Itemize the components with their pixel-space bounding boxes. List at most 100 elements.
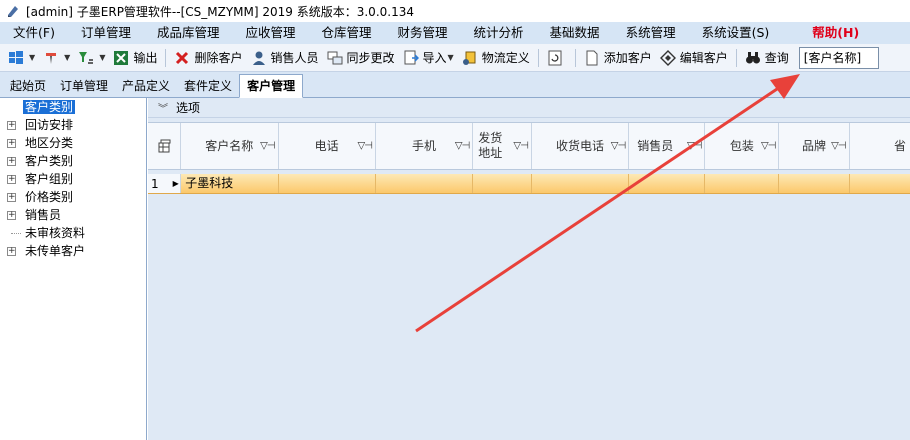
filter-pin-icon[interactable]: ▽⊣ xyxy=(831,141,846,152)
menu-orders[interactable]: 订单管理 xyxy=(68,22,144,44)
delete-customer-button[interactable]: 删除客户 xyxy=(170,46,246,70)
tab-start-page[interactable]: 起始页 xyxy=(3,75,53,97)
column-header-salesperson[interactable]: 销售员 ▽⊣ xyxy=(629,123,706,169)
menu-system-settings[interactable]: 系统设置(S) xyxy=(689,22,783,44)
delete-icon xyxy=(176,51,189,64)
title-bar: [admin] 子墨ERP管理软件--[CS_MZYMM] 2019 系统版本：… xyxy=(0,0,910,22)
filter-pin-icon[interactable]: ▽⊣ xyxy=(761,141,776,152)
toolbar-divider xyxy=(574,48,576,67)
column-title: 包装 xyxy=(729,138,754,153)
cell-brand[interactable] xyxy=(779,174,850,193)
add-customer-button[interactable]: 添加客户 xyxy=(580,46,656,70)
column-title: 省 xyxy=(893,138,906,153)
tree-item-untransmitted[interactable]: + 未传单客户 xyxy=(0,242,146,260)
tree-item-customer-group[interactable]: + 客户组别 xyxy=(0,170,146,188)
column-header-packaging[interactable]: 包装 ▽⊣ xyxy=(705,123,780,169)
import-label: 导入 xyxy=(422,51,447,65)
menu-bar: 文件(F) 订单管理 成品库管理 应收管理 仓库管理 财务管理 统计分析 基础数… xyxy=(0,22,910,44)
tab-customer-management[interactable]: 客户管理 xyxy=(239,74,304,98)
tree-item-follow-up[interactable]: + 回访安排 xyxy=(0,116,146,134)
toolbar-divider xyxy=(537,48,539,67)
expand-icon[interactable]: + xyxy=(7,175,16,184)
tree-item-region[interactable]: + 地区分类 xyxy=(0,134,146,152)
logistics-icon xyxy=(462,51,476,65)
tree-item-customer-category[interactable]: + 客户类别 xyxy=(0,152,146,170)
column-header-phone[interactable]: 电话 ▽⊣ xyxy=(279,123,376,169)
cell-customer-name[interactable]: 子墨科技 xyxy=(181,174,279,193)
expand-icon[interactable]: + xyxy=(7,211,16,220)
tab-product-definition[interactable]: 产品定义 xyxy=(115,75,177,97)
column-title: 电话 xyxy=(314,138,339,153)
cell-salesperson[interactable] xyxy=(629,174,706,193)
windows-icon xyxy=(9,50,23,64)
menu-base-data[interactable]: 基础数据 xyxy=(537,22,613,44)
filter-dropdown-button[interactable]: ▼ xyxy=(74,46,109,70)
filter-pin-icon[interactable]: ▽⊣ xyxy=(455,141,470,152)
cell-phone[interactable] xyxy=(279,174,376,193)
menu-finance[interactable]: 财务管理 xyxy=(385,22,461,44)
expand-icon[interactable]: + xyxy=(7,157,16,166)
refresh-button[interactable] xyxy=(543,46,571,70)
options-label: 选项 xyxy=(176,101,201,115)
row-indicator[interactable]: 1 ▶ xyxy=(148,174,182,193)
cell-ship-address[interactable] xyxy=(473,174,532,193)
menu-help[interactable]: 帮助(H) xyxy=(782,22,872,44)
filter-pin-icon[interactable]: ▽⊣ xyxy=(513,141,528,152)
expand-icon[interactable]: + xyxy=(7,247,16,256)
import-button[interactable]: 导入 ▼ xyxy=(399,46,458,70)
column-title: 手机 xyxy=(412,138,437,153)
filter-pin-icon[interactable]: ▽⊣ xyxy=(687,141,702,152)
tab-kit-definition[interactable]: 套件定义 xyxy=(177,75,239,97)
edit-customer-button[interactable]: 编辑客户 xyxy=(656,46,732,70)
query-button[interactable]: 查询 xyxy=(741,46,793,70)
toolbar: ▼ ▼ ▼ 输出 删除客户 销售人员 同步更改 导入 ▼ 物流定义 添加客户 编… xyxy=(0,44,910,72)
menu-file[interactable]: 文件(F) xyxy=(0,22,68,44)
tool-dropdown-button[interactable]: ▼ xyxy=(39,46,74,70)
column-chooser-icon xyxy=(158,139,171,153)
column-header-mobile[interactable]: 手机 ▽⊣ xyxy=(376,123,474,169)
expand-icon[interactable]: + xyxy=(7,193,16,202)
tree-item-salesperson[interactable]: + 销售员 xyxy=(0,206,146,224)
add-customer-label: 添加客户 xyxy=(603,51,652,65)
filter-pin-icon[interactable]: ▽⊣ xyxy=(357,141,372,152)
menu-statistics[interactable]: 统计分析 xyxy=(461,22,537,44)
menu-warehouse[interactable]: 仓库管理 xyxy=(309,22,385,44)
sync-changes-button[interactable]: 同步更改 xyxy=(323,46,399,70)
menu-finished-goods[interactable]: 成品库管理 xyxy=(144,22,233,44)
column-header-province[interactable]: 省 xyxy=(850,123,910,169)
column-title: 客户名称 xyxy=(205,138,254,153)
export-button[interactable]: 输出 xyxy=(109,46,161,70)
menu-receivables[interactable]: 应收管理 xyxy=(232,22,308,44)
cell-receiving-phone[interactable] xyxy=(532,174,630,193)
column-header-customer-name[interactable]: 客户名称 ▽⊣ xyxy=(181,123,279,169)
column-chooser-button[interactable] xyxy=(148,123,182,169)
column-header-brand[interactable]: 品牌 ▽⊣ xyxy=(779,123,850,169)
options-toggle[interactable]: ︾ 选项 xyxy=(148,98,910,118)
expand-icon[interactable]: + xyxy=(7,121,16,130)
menu-system-mgmt[interactable]: 系统管理 xyxy=(613,22,689,44)
table-row[interactable]: 1 ▶ 子墨科技 xyxy=(148,174,910,194)
windows-menu-button[interactable]: ▼ xyxy=(4,46,39,70)
column-header-receiving-phone[interactable]: 收货电话 ▽⊣ xyxy=(532,123,630,169)
salesperson-button[interactable]: 销售人员 xyxy=(247,46,323,70)
cell-packaging[interactable] xyxy=(705,174,780,193)
expand-icon[interactable]: + xyxy=(7,139,16,148)
tab-order-management[interactable]: 订单管理 xyxy=(53,75,115,97)
tree-item-price-category[interactable]: + 价格类别 xyxy=(0,188,146,206)
filter-pin-icon[interactable]: ▽⊣ xyxy=(260,141,275,152)
tree-item-label: 客户类别 xyxy=(25,154,74,168)
cell-province[interactable] xyxy=(850,174,910,193)
search-field-select[interactable]: [客户名称] xyxy=(798,46,879,69)
tree-item-unreviewed[interactable]: 未审核资料 xyxy=(0,224,146,242)
tree-item-customer-category-root[interactable]: 客户类别 xyxy=(0,98,146,116)
edit-icon xyxy=(659,49,676,66)
filter-pin-icon[interactable]: ▽⊣ xyxy=(611,141,626,152)
logistics-button[interactable]: 物流定义 xyxy=(458,46,534,70)
column-title: 发货 地址 xyxy=(478,131,503,160)
user-icon xyxy=(252,51,265,65)
cell-mobile[interactable] xyxy=(376,174,474,193)
row-index: 1 xyxy=(151,176,159,191)
chevron-down-icon: ▼ xyxy=(64,53,71,62)
column-header-ship-address[interactable]: 发货 地址 ▽⊣ xyxy=(473,123,532,169)
grid-header: 客户名称 ▽⊣ 电话 ▽⊣ 手机 ▽⊣ 发货 地址 ▽⊣ 收货电话 ▽⊣ 销售员… xyxy=(148,122,910,170)
